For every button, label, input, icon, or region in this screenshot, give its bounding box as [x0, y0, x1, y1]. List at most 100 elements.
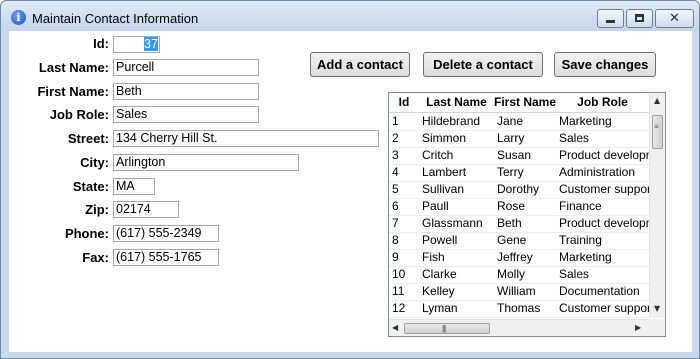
scroll-right-icon[interactable]: ▶	[635, 323, 641, 332]
vertical-scrollbar[interactable]: ▲ ≡ ▼	[649, 93, 665, 318]
id-field[interactable]: 37	[113, 36, 160, 53]
minimize-icon	[606, 20, 615, 23]
cell-last-name: Powell	[422, 233, 458, 247]
cell-id: 11	[392, 284, 405, 298]
city-field[interactable]: Arlington	[113, 154, 299, 171]
maximize-button[interactable]	[626, 9, 653, 28]
job-role-field[interactable]: Sales	[113, 106, 259, 123]
contacts-table[interactable]: Id Last Name First Name Job Role 1 Hildeb…	[388, 92, 666, 337]
street-field[interactable]: 134 Cherry Hill St.	[113, 130, 379, 147]
cell-last-name: Lyman	[422, 301, 458, 315]
cell-id: 9	[392, 250, 399, 264]
cell-id: 10	[392, 267, 406, 281]
cell-first-name: Jane	[497, 114, 524, 128]
table-row[interactable]: 7 Glassmann Beth Product developme	[389, 215, 649, 233]
minimize-button[interactable]	[597, 9, 624, 28]
table-row[interactable]: 9 Fish Jeffrey Marketing	[389, 249, 649, 267]
table-row[interactable]: 11 Kelley William Documentation	[389, 283, 649, 301]
fax-label: Fax:	[82, 250, 109, 265]
id-value: 37	[144, 37, 158, 51]
cell-first-name: Dorothy	[497, 182, 540, 196]
vertical-scroll-thumb[interactable]: ≡	[652, 115, 663, 149]
cell-first-name: Gene	[497, 233, 527, 247]
cell-first-name: Thomas	[497, 301, 541, 315]
scroll-down-icon[interactable]: ▼	[654, 304, 660, 313]
first-name-field[interactable]: Beth	[113, 83, 259, 100]
zip-label: Zip:	[85, 202, 109, 217]
column-header-first-name[interactable]: First Name	[494, 93, 556, 112]
cell-id: 8	[392, 233, 399, 247]
window-title: Maintain Contact Information	[32, 11, 199, 26]
fax-field[interactable]: (617) 555-1765	[113, 249, 219, 266]
cell-last-name: Fish	[422, 250, 445, 264]
table-row[interactable]: 3 Critch Susan Product developme	[389, 147, 649, 165]
cell-first-name: Jeffrey	[497, 250, 533, 264]
column-header-id[interactable]: Id	[389, 93, 419, 112]
first-name-label: First Name:	[37, 84, 109, 99]
cell-first-name: Terry	[497, 165, 524, 179]
delete-contact-button[interactable]: Delete a contact	[423, 52, 543, 77]
table-row[interactable]: 8 Powell Gene Training	[389, 232, 649, 250]
cell-job-role: Marketing	[559, 114, 612, 128]
cell-id: 2	[392, 131, 399, 145]
cell-job-role: Sales	[559, 267, 590, 281]
job-role-label: Job Role:	[49, 107, 109, 122]
table-row[interactable]: 1 Hildebrand Jane Marketing	[389, 113, 649, 131]
cell-first-name: Larry	[497, 131, 525, 145]
id-label: Id:	[93, 36, 109, 51]
cell-id: 12	[392, 301, 406, 315]
last-name-label: Last Name:	[38, 60, 109, 75]
table-row[interactable]: 5 Sullivan Dorothy Customer support	[389, 181, 649, 199]
street-label: Street:	[67, 131, 109, 146]
cell-id: 3	[392, 148, 399, 162]
table-row[interactable]: 6 Paull Rose Finance	[389, 198, 649, 216]
cell-job-role: Training	[559, 233, 602, 247]
cell-job-role: Administration	[559, 165, 636, 179]
cell-first-name: William	[497, 284, 536, 298]
cell-job-role: Product developme	[559, 216, 649, 230]
cell-first-name: Molly	[497, 267, 526, 281]
table-row[interactable]: 4 Lambert Terry Administration	[389, 164, 649, 182]
horizontal-scroll-thumb[interactable]: |||	[404, 323, 490, 334]
scrollbar-corner	[649, 319, 665, 336]
form-area: Id: 37 Last Name: Purcell First Name: Be…	[9, 31, 692, 352]
table-row[interactable]: 12 Lyman Thomas Customer support	[389, 300, 649, 318]
state-label: State:	[72, 179, 109, 194]
scroll-left-icon[interactable]: ◀	[392, 323, 398, 332]
scroll-up-icon[interactable]: ▲	[654, 96, 660, 105]
cell-last-name: Hildebrand	[422, 114, 481, 128]
cell-last-name: Kelley	[422, 284, 455, 298]
cell-last-name: Simmon	[422, 131, 467, 145]
table-header: Id Last Name First Name Job Role	[389, 93, 649, 113]
state-field[interactable]: MA	[113, 178, 155, 195]
maximize-icon	[635, 14, 644, 22]
app-window: i Maintain Contact Information ✕ Id: 3 7 …	[0, 0, 700, 359]
cell-job-role: Product developme	[559, 148, 649, 162]
title-bar[interactable]: i Maintain Contact Information ✕	[1, 1, 699, 31]
cell-last-name: Lambert	[422, 165, 467, 179]
cell-job-role: Marketing	[559, 250, 612, 264]
add-contact-button[interactable]: Add a contact	[310, 52, 410, 77]
last-name-field[interactable]: Purcell	[113, 59, 259, 76]
column-header-job-role[interactable]: Job Role	[556, 93, 649, 112]
close-button[interactable]: ✕	[655, 9, 694, 28]
city-label: City:	[80, 155, 109, 170]
table-row[interactable]: 2 Simmon Larry Sales	[389, 130, 649, 148]
cell-first-name: Rose	[497, 199, 526, 213]
cell-job-role: Sales	[559, 131, 590, 145]
horizontal-scrollbar[interactable]: ◀ ||| ▶	[389, 319, 649, 336]
cell-first-name: Beth	[497, 216, 522, 230]
cell-job-role: Customer support	[559, 182, 649, 196]
table-row[interactable]: 10 Clarke Molly Sales	[389, 266, 649, 284]
zip-field[interactable]: 02174	[113, 201, 179, 218]
cell-id: 6	[392, 199, 399, 213]
cell-last-name: Clarke	[422, 267, 457, 281]
cell-first-name: Susan	[497, 148, 532, 162]
cell-last-name: Paull	[422, 199, 449, 213]
save-changes-button[interactable]: Save changes	[554, 52, 656, 77]
column-header-last-name[interactable]: Last Name	[419, 93, 494, 112]
cell-id: 5	[392, 182, 399, 196]
cell-last-name: Sullivan	[422, 182, 465, 196]
phone-field[interactable]: (617) 555-2349	[113, 225, 219, 242]
cell-id: 7	[392, 216, 399, 230]
